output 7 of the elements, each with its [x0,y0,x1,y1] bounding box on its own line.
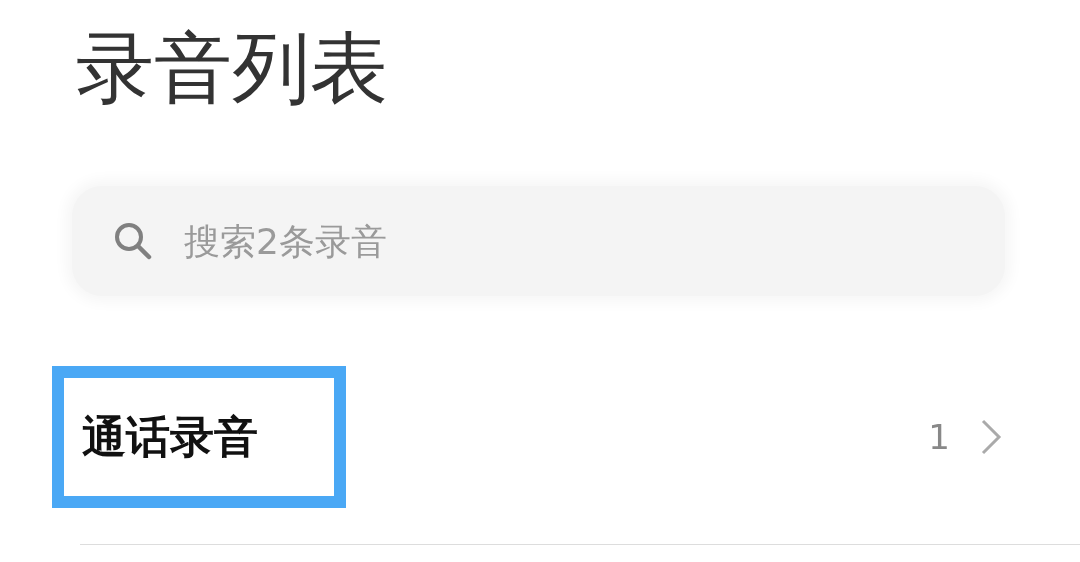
search-bar[interactable]: 搜索2条录音 [72,186,1005,296]
item-count: 1 [928,417,950,457]
chevron-right-icon[interactable] [980,418,1002,456]
page-title: 录音列表 [76,22,389,115]
search-field[interactable]: 搜索2条录音 [182,219,786,263]
folder-name[interactable]: 通话录音 [82,407,929,467]
search-icon [114,222,152,260]
